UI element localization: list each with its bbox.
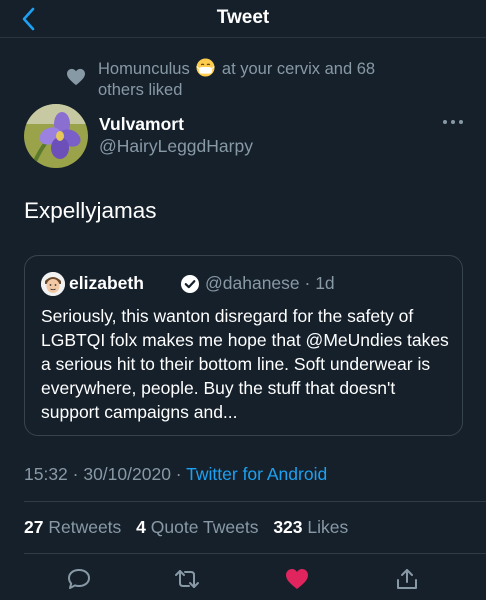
tweet-meta: 15:32 · 30/10/2020 · Twitter for Android — [24, 464, 327, 485]
quoted-avatar — [41, 272, 65, 296]
liked-heart-icon — [67, 68, 85, 86]
divider — [24, 501, 486, 502]
reply-icon[interactable] — [66, 567, 92, 591]
retweets-label: Retweets — [48, 517, 122, 537]
engagement-stats: 27 Retweets 4 Quote Tweets 323 Likes — [24, 517, 348, 538]
retweets-count: 27 — [24, 517, 44, 537]
source-link[interactable]: Twitter for Android — [186, 464, 327, 484]
quoted-author-name: elizabeth — [69, 273, 144, 293]
top-bar: Tweet — [0, 0, 486, 38]
likes-count: 323 — [273, 517, 303, 537]
divider — [24, 553, 486, 554]
quoted-text: Seriously, this wanton disregard for the… — [41, 306, 449, 422]
likes-label: Likes — [307, 517, 349, 537]
like-heart-icon[interactable] — [284, 567, 310, 591]
verified-badge-icon — [181, 275, 199, 293]
retweets-stat[interactable]: 27 Retweets — [24, 517, 121, 537]
avatar[interactable] — [24, 104, 88, 168]
timestamp: 15:32 · 30/10/2020 · — [24, 464, 187, 484]
quoted-handle-time: @dahanese · 1d — [205, 273, 335, 293]
quote-tweets-count: 4 — [136, 517, 146, 537]
quote-tweets-label: Quote Tweets — [150, 517, 259, 537]
face-with-medical-mask-emoji-icon — [196, 58, 216, 77]
author-handle[interactable]: @HairyLeggdHarpy — [99, 136, 253, 157]
page-title: Tweet — [216, 7, 270, 28]
quoted-tweet[interactable]: elizabeth @dahanese · 1d Seriously, this… — [24, 255, 463, 436]
social-context[interactable]: Homunculus at your cervix and 68 others … — [98, 58, 418, 101]
iris-flower-avatar-icon — [24, 104, 88, 168]
cartoon-face-avatar-icon — [41, 272, 65, 296]
retweet-icon[interactable] — [174, 567, 200, 591]
more-options-icon[interactable] — [440, 114, 466, 130]
likes-stat[interactable]: 323 Likes — [273, 517, 348, 537]
liked-context-line2: others liked — [98, 81, 183, 99]
liked-context-line1: at your cervix and 68 — [221, 60, 376, 78]
tweet-text: Expellyjamas — [24, 198, 157, 223]
liker-name: Homunculus — [98, 60, 190, 78]
quote-tweets-stat[interactable]: 4 Quote Tweets — [136, 517, 258, 537]
share-icon[interactable] — [394, 567, 420, 591]
author-name[interactable]: Vulvamort — [99, 114, 184, 135]
